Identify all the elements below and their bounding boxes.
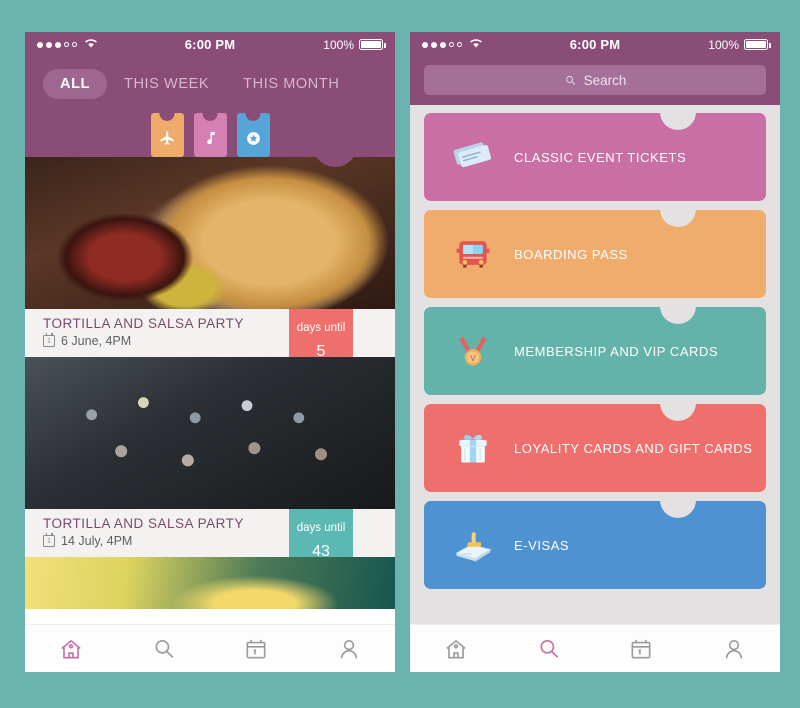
music-note-icon [206,131,215,144]
event-row[interactable]: TORTILLA AND SALSA PARTY 1 14 July, 4PM … [25,509,395,589]
filter-tab-this-week[interactable]: THIS WEEK [107,69,226,99]
event-photo-mixer[interactable] [25,357,395,509]
status-bar-left [422,37,483,52]
card-notch [660,112,696,130]
tab-profile[interactable] [688,625,781,672]
phone-screen-categories: 6:00 PM 100% Search CLASSIC EVENT TICKET… [410,32,780,672]
status-bar: 6:00 PM 100% [410,32,780,57]
days-until-badge: days until 5 [289,309,353,389]
days-until-label: days until [296,322,346,334]
battery-full-icon [744,39,771,50]
phone-screen-events: 6:00 PM 100% ALL THIS WEEK THIS MONTH TO… [25,32,395,672]
battery-percentage: 100% [323,37,354,52]
card-notch [660,403,696,421]
medal-icon: V [446,331,500,371]
days-until-label: days until [296,522,346,534]
stamp-icon [446,525,500,565]
search-placeholder: Search [583,72,627,88]
search-icon [565,75,575,85]
event-text-block: TORTILLA AND SALSA PARTY 1 14 July, 4PM [25,509,289,557]
screenshot-canvas: 6:00 PM 100% ALL THIS WEEK THIS MONTH TO… [0,0,800,708]
home-icon [61,639,81,658]
tab-bar [25,624,395,672]
category-tag-flights[interactable] [150,113,184,157]
category-label: BOARDING PASS [514,246,628,262]
filter-segment-control: ALL THIS WEEK THIS MONTH [25,57,395,105]
event-date-row: 1 14 July, 4PM [43,533,289,548]
days-until-badge: days until 43 [289,509,353,589]
event-text-block: TORTILLA AND SALSA PARTY 1 6 June, 4PM [25,309,289,357]
signal-strength-icon [37,41,77,48]
tab-calendar[interactable] [210,625,303,672]
battery-full-icon [359,39,386,50]
category-card-loyalty-gift-cards[interactable]: LOYALITY CARDS AND GIFT CARDS [424,403,766,492]
category-card-membership-vip[interactable]: V MEMBERSHIP AND VIP CARDS [424,306,766,395]
event-photo-nature[interactable] [25,557,395,609]
category-label: MEMBERSHIP AND VIP CARDS [514,343,719,359]
airplane-icon [159,130,174,145]
tab-calendar[interactable] [595,625,688,672]
calendar-icon [246,639,266,658]
tab-search[interactable] [118,625,211,672]
events-header: ALL THIS WEEK THIS MONTH [25,57,395,167]
event-row[interactable]: TORTILLA AND SALSA PARTY 1 6 June, 4PM d… [25,309,395,389]
category-label: LOYALITY CARDS AND GIFT CARDS [514,440,753,456]
event-date: 14 July, 4PM [61,534,133,548]
category-card-boarding-pass[interactable]: BOARDING PASS [424,209,766,298]
profile-icon [340,639,357,658]
category-card-classic-event-tickets[interactable]: CLASSIC EVENT TICKETS [424,112,766,201]
search-header: Search [410,57,780,105]
event-feed: TORTILLA AND SALSA PARTY 1 6 June, 4PM d… [25,157,395,624]
signal-strength-icon [422,41,462,48]
tab-bar [410,624,780,672]
tab-search[interactable] [503,625,596,672]
search-icon [540,639,558,658]
event-photo-food[interactable] [25,157,395,309]
tab-home[interactable] [25,625,118,672]
svg-text:V: V [470,354,476,363]
calendar-icon: 1 [43,333,55,347]
category-tag-music[interactable] [193,113,227,157]
status-bar-left [37,37,98,52]
filter-tab-this-month[interactable]: THIS MONTH [226,69,356,99]
tab-home[interactable] [410,625,503,672]
card-notch [660,209,696,227]
tab-profile[interactable] [303,625,396,672]
calendar-icon: 1 [43,533,55,547]
filter-tab-all[interactable]: ALL [43,69,107,99]
search-input[interactable]: Search [424,65,766,95]
gift-icon [446,428,500,468]
battery-percentage: 100% [708,37,739,52]
home-icon [446,639,466,658]
status-bar-right: 100% [323,37,386,52]
wifi-icon [84,37,98,52]
days-until-value: 43 [312,543,330,560]
bus-icon [446,234,500,274]
search-icon [155,639,173,658]
category-card-e-visas[interactable]: E-VISAS [424,500,766,589]
status-bar: 6:00 PM 100% [25,32,395,57]
event-date-row: 1 6 June, 4PM [43,333,289,348]
star-badge-icon [246,131,260,145]
calendar-icon [631,639,651,658]
category-label: E-VISAS [514,537,570,553]
category-tag-featured[interactable] [236,113,270,157]
tickets-icon [446,137,500,177]
card-notch [660,500,696,518]
category-list: CLASSIC EVENT TICKETS BOARDING PASS V ME… [410,105,780,624]
profile-icon [725,639,742,658]
wifi-icon [469,37,483,52]
event-date: 6 June, 4PM [61,334,132,348]
days-until-value: 5 [316,343,326,360]
event-title: TORTILLA AND SALSA PARTY [43,316,244,331]
status-bar-right: 100% [708,37,771,52]
category-label: CLASSIC EVENT TICKETS [514,149,687,165]
event-title: TORTILLA AND SALSA PARTY [43,516,244,531]
card-notch [660,306,696,324]
